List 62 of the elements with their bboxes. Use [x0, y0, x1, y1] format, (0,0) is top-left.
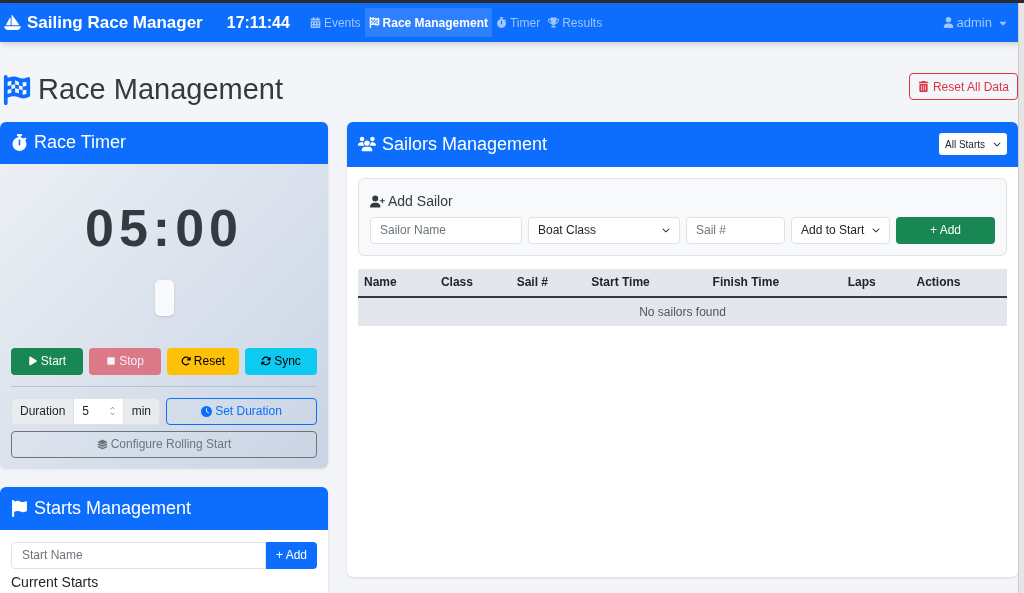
column-header: Finish Time	[706, 268, 842, 297]
nav-link[interactable]: Timer	[491, 8, 545, 37]
column-header: Actions	[910, 268, 1007, 297]
card-title: Race Timer	[34, 131, 127, 154]
user-icon	[942, 17, 954, 28]
stop-icon	[106, 356, 117, 366]
layers-icon	[96, 438, 108, 450]
start-select[interactable]: Add to Start	[791, 216, 890, 244]
section-title: Current Starts	[11, 574, 100, 589]
play-icon	[27, 356, 38, 366]
reset-button[interactable]: Reset	[167, 347, 239, 375]
boat-class-select[interactable]: Boat Class	[528, 216, 680, 244]
column-header: Sail #	[510, 268, 586, 297]
start-button[interactable]: Start	[11, 347, 83, 375]
add-sailor-button[interactable]: + Add	[896, 216, 995, 244]
nav-link[interactable]: Results	[544, 8, 607, 37]
sailboat-icon	[4, 14, 21, 31]
card-title: Sailors Management	[382, 132, 549, 156]
user-plus-icon	[370, 193, 385, 209]
checkered-flag-icon	[2, 74, 32, 105]
calendar-icon	[309, 17, 321, 28]
brand-name[interactable]: Sailing Race Manager	[27, 9, 203, 36]
sailor-name-field[interactable]: Sailor Name	[370, 216, 522, 244]
flag-icon	[11, 499, 28, 517]
nav-link[interactable]: Events	[305, 8, 365, 37]
duration-input[interactable]: 5	[74, 397, 123, 425]
stopwatch-icon	[495, 17, 507, 28]
sync-button[interactable]: Sync	[245, 347, 317, 375]
trash-icon	[917, 81, 929, 93]
stopwatch-icon	[11, 134, 28, 151]
add-start-button[interactable]: + Add	[265, 541, 317, 569]
status-indicator	[154, 279, 174, 316]
sail-number-field[interactable]: Sail #	[686, 216, 785, 244]
set-duration-button[interactable]: Set Duration	[166, 397, 317, 425]
page-title: Race Management	[38, 72, 284, 107]
sync-icon	[261, 356, 272, 366]
reset-all-data-button[interactable]: Reset All Data	[908, 73, 1018, 101]
column-header: Name	[358, 268, 435, 297]
duration-label: Duration	[11, 397, 75, 425]
card-title: Starts Management	[34, 496, 192, 520]
trophy-icon	[548, 17, 560, 28]
spinner-icon	[109, 406, 115, 416]
checkered-flag-icon	[368, 17, 380, 28]
column-header: Class	[434, 268, 511, 297]
clock-icon	[201, 405, 213, 417]
user-menu[interactable]: admin	[942, 12, 1008, 33]
redo-icon	[180, 356, 191, 366]
configure-rolling-start-button[interactable]: Configure Rolling Start	[11, 430, 317, 458]
clock-time: 17:11:44	[226, 12, 290, 33]
start-filter-select[interactable]: All Starts	[939, 133, 1007, 155]
chevron-icon	[872, 226, 880, 234]
users-icon	[358, 135, 376, 153]
start-name-field[interactable]: Start Name	[11, 541, 266, 569]
chevron-icon	[662, 226, 670, 234]
countdown-display: 05:00	[85, 201, 243, 254]
empty-message: No sailors found	[639, 304, 726, 319]
chevron-icon	[993, 140, 1001, 148]
panel-title: Add Sailor	[388, 191, 453, 211]
column-header: Laps	[841, 268, 911, 297]
column-header: Start Time	[585, 268, 707, 297]
unit-label: min	[122, 397, 160, 425]
nav-link[interactable]: Race Management	[364, 8, 492, 37]
